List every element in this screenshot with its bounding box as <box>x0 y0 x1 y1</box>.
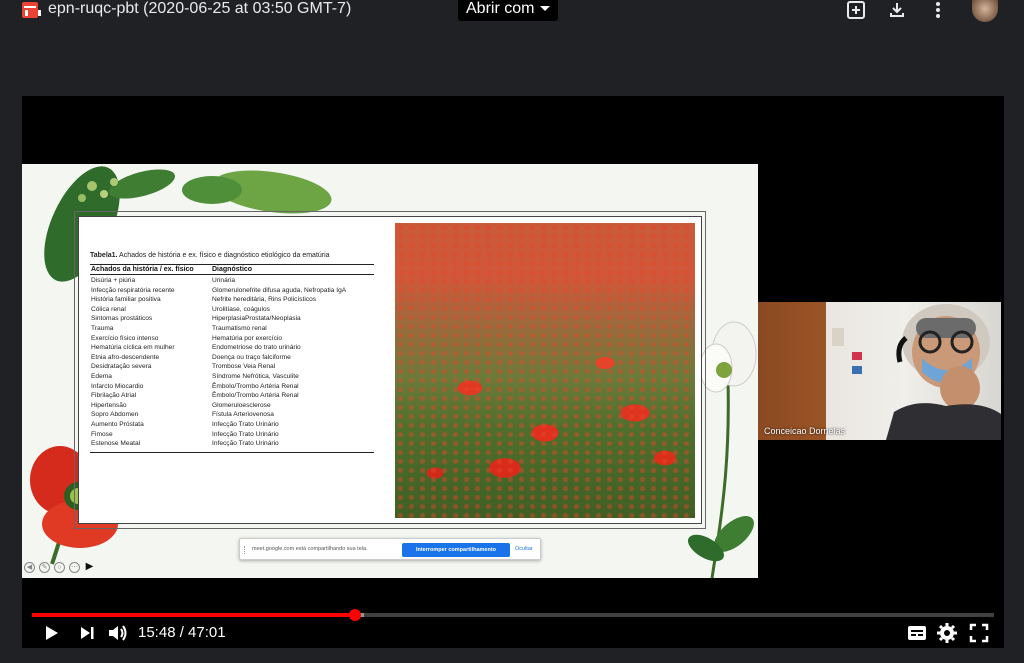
table-cell-finding: Hematúria cíclica em mulher <box>91 344 175 352</box>
table-cell-diagnosis: Infecção Trato Urinário <box>212 430 279 438</box>
table-cell-finding: História familiar positiva <box>91 296 161 304</box>
table-cell-finding: Aumento Próstata <box>91 421 144 428</box>
table-cell-diagnosis: Glomerulonefrite difusa aguda, Nefropati… <box>212 286 347 294</box>
scrubber-handle[interactable] <box>349 609 362 621</box>
table-header-rule <box>90 274 374 275</box>
table-cell-finding: Exercício físico intenso <box>91 334 159 342</box>
table-cell-diagnosis: Traumatismo renal <box>212 325 267 332</box>
time-display: 15:48 / 47:01 <box>138 624 226 641</box>
table-cell-diagnosis: Hematúria por exercício <box>212 334 282 342</box>
volume-icon[interactable] <box>106 622 128 644</box>
table-cell-finding: Disúria + piúria <box>91 277 136 284</box>
stop-sharing-button[interactable]: Interromper compartilhamento <box>402 543 510 557</box>
participant-name: Conceicao Dornelas <box>764 426 846 436</box>
screen-share-notice: meet.google.com está compartilhando sua … <box>239 538 541 560</box>
col-header-diagnosis: Diagnóstico <box>212 266 253 273</box>
pen-icon[interactable]: ✎ <box>39 562 50 573</box>
table-cell-diagnosis: Nefrite hereditária, Rins Policísticos <box>212 296 317 304</box>
col-header-findings: Achados da história / ex. físico <box>91 266 194 273</box>
slide-nav-controls: ◀ ✎ ○ ⋯ ▶ <box>24 562 95 573</box>
table-cell-diagnosis: Urinária <box>212 277 236 284</box>
table-cell-diagnosis: Infecção Trato Urinário <box>212 440 279 448</box>
table-title-label: Tabela1. <box>90 252 118 259</box>
table-cell-finding: Sintomas prostáticos <box>91 315 153 323</box>
table-cell-diagnosis: Glomeruloesclerose <box>212 401 271 409</box>
play-icon[interactable] <box>40 622 62 644</box>
download-icon[interactable] <box>887 0 907 20</box>
table-cell-finding: Fimose <box>91 430 113 438</box>
table-cell-finding: Sopro Abdomen <box>91 411 139 419</box>
fullscreen-icon[interactable] <box>968 622 990 644</box>
next-slide-icon[interactable]: ▶ <box>84 562 95 573</box>
hide-notice-button[interactable]: Ocultar <box>515 546 533 552</box>
subtitles-icon[interactable] <box>906 622 928 644</box>
table-top-rule <box>90 264 374 265</box>
open-with-label: Abrir com <box>466 0 535 17</box>
more-vert-icon[interactable] <box>928 0 948 20</box>
table-cell-finding: Etnia afro-descendente <box>91 353 160 361</box>
table-cell-diagnosis: Endometriose do trato urinário <box>212 344 301 352</box>
shared-slide: Tabela1. Achados de história e ex. físic… <box>22 164 758 578</box>
table-cell-finding: Hipertensão <box>91 401 127 409</box>
chevron-down-icon <box>540 6 551 11</box>
open-with-button[interactable]: Abrir com <box>458 0 559 21</box>
table-cell-diagnosis: Síndrome Nefrótica, Vasculite <box>212 373 299 380</box>
table-cell-diagnosis: Urolitíase, coágulos <box>212 305 270 313</box>
next-icon[interactable] <box>76 622 98 644</box>
add-to-drive-icon[interactable] <box>846 0 866 20</box>
table-cell-diagnosis: Doença ou traço falciforme <box>212 353 291 361</box>
table-title-text: Achados de história e ex. físico e diagn… <box>117 252 330 259</box>
table-cell-diagnosis: Trombose Veia Renal <box>212 363 276 371</box>
table-cell-finding: Edema <box>91 373 112 380</box>
table-cell-finding: Estenose Meatal <box>91 440 141 448</box>
top-bar: epn-ruqc-pbt (2020-06-25 at 03:50 GMT-7)… <box>0 0 1024 24</box>
table-title: Tabela1. Achados de história e ex. físic… <box>90 252 330 259</box>
wall-decor <box>832 328 862 374</box>
prev-slide-icon[interactable]: ◀ <box>24 562 35 573</box>
table-cell-finding: Infarcto Miocardio <box>91 382 144 390</box>
participant-webcam: Conceicao Dornelas <box>758 302 1001 440</box>
table-cell-diagnosis: Êmbolo/Trombo Artéria Renal <box>212 382 299 390</box>
table-cell-finding: Trauma <box>91 325 114 332</box>
table-cell-finding: Cólica renal <box>91 305 126 313</box>
table-cell-finding: Desidratação severa <box>91 363 152 371</box>
zoom-icon[interactable]: ○ <box>54 562 65 573</box>
file-title: epn-ruqc-pbt (2020-06-25 at 03:50 GMT-7) <box>48 0 352 17</box>
seek-bar[interactable] <box>32 609 994 621</box>
avatar[interactable] <box>972 0 998 22</box>
settings-icon[interactable] <box>936 622 958 644</box>
table-cell-diagnosis: Fístula Arteriovenosa <box>212 411 274 419</box>
table-bottom-rule <box>90 452 374 453</box>
poppy-field-image <box>395 223 695 518</box>
file-video-icon <box>22 2 41 18</box>
table-cell-diagnosis: Infecção Trato Urinário <box>212 421 279 428</box>
share-notice-text: meet.google.com está compartilhando sua … <box>252 546 368 552</box>
table-cell-finding: Fibrilação Atrial <box>91 392 137 400</box>
table-cell-diagnosis: Êmbolo/Trombo Artéria Renal <box>212 392 299 400</box>
table-cell-diagnosis: HiperplasiaProstata/Neoplasia <box>212 315 301 323</box>
participant-video <box>886 304 1001 440</box>
table-cell-finding: Infecção respiratória recente <box>91 286 175 294</box>
video-player[interactable]: Tabela1. Achados de história e ex. físic… <box>22 96 1004 648</box>
drag-handle-icon[interactable] <box>244 546 248 554</box>
played-bar <box>32 613 356 617</box>
menu-icon[interactable]: ⋯ <box>69 562 80 573</box>
